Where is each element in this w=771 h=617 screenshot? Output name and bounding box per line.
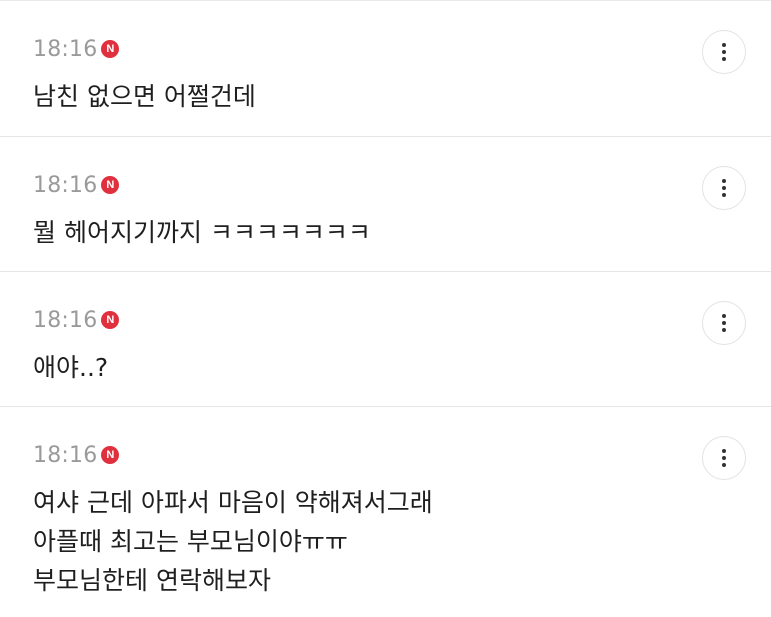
more-vertical-icon bbox=[722, 463, 726, 467]
comment-item: 18:16 N 남친 없으면 어쩔건데 bbox=[0, 1, 771, 137]
comment-line: 여샤 근데 아파서 마음이 약해져서그래 bbox=[33, 488, 433, 517]
comment-text: 남친 없으면 어쩔건데 bbox=[33, 77, 256, 116]
more-vertical-icon bbox=[722, 449, 726, 453]
more-vertical-icon bbox=[722, 186, 726, 190]
comment-time: 18:16 bbox=[33, 172, 98, 198]
more-vertical-icon bbox=[722, 43, 726, 47]
comment-item: 18:16 N 여샤 근데 아파서 마음이 약해져서그래 아플때 최고는 부모님… bbox=[0, 407, 771, 617]
comment-text: 애야..? bbox=[33, 348, 108, 387]
more-options-button[interactable] bbox=[702, 166, 746, 210]
comment-list: 18:16 N 남친 없으면 어쩔건데 18:16 N 뭘 헤어지기까지 ㅋㅋㅋ… bbox=[0, 0, 771, 617]
more-vertical-icon bbox=[722, 57, 726, 61]
comment-line: 애야..? bbox=[33, 353, 109, 382]
comment-item: 18:16 N 뭘 헤어지기까지 ㅋㅋㅋㅋㅋㅋㅋ bbox=[0, 137, 771, 272]
comment-line: 아플때 최고는 부모님이야ㅠㅠ bbox=[33, 527, 348, 556]
comment-time: 18:16 bbox=[33, 307, 98, 333]
comment-meta: 18:16 N bbox=[33, 441, 120, 469]
more-options-button[interactable] bbox=[702, 301, 746, 345]
comment-meta: 18:16 N bbox=[33, 35, 120, 63]
comment-line: 뭘 헤어지기까지 ㅋㅋㅋㅋㅋㅋㅋ bbox=[33, 218, 371, 247]
more-vertical-icon bbox=[722, 456, 726, 460]
new-badge-icon: N bbox=[101, 311, 120, 329]
new-badge-icon: N bbox=[101, 176, 120, 194]
more-vertical-icon bbox=[722, 50, 726, 54]
more-vertical-icon bbox=[722, 321, 726, 325]
more-vertical-icon bbox=[722, 328, 726, 332]
more-options-button[interactable] bbox=[702, 30, 746, 74]
comment-item: 18:16 N 애야..? bbox=[0, 272, 771, 407]
new-badge-icon: N bbox=[101, 446, 120, 464]
more-options-button[interactable] bbox=[702, 436, 746, 480]
comment-line: 부모님한테 연락해보자 bbox=[33, 566, 271, 595]
more-vertical-icon bbox=[722, 179, 726, 183]
comment-time: 18:16 bbox=[33, 442, 98, 468]
comment-time: 18:16 bbox=[33, 36, 98, 62]
comment-meta: 18:16 N bbox=[33, 171, 120, 199]
comment-line: 남친 없으면 어쩔건데 bbox=[33, 82, 256, 111]
comment-text: 여샤 근데 아파서 마음이 약해져서그래 아플때 최고는 부모님이야ㅠㅠ 부모님… bbox=[33, 483, 433, 600]
comment-meta: 18:16 N bbox=[33, 306, 120, 334]
more-vertical-icon bbox=[722, 314, 726, 318]
comment-text: 뭘 헤어지기까지 ㅋㅋㅋㅋㅋㅋㅋ bbox=[33, 213, 371, 252]
more-vertical-icon bbox=[722, 193, 726, 197]
new-badge-icon: N bbox=[101, 40, 120, 58]
